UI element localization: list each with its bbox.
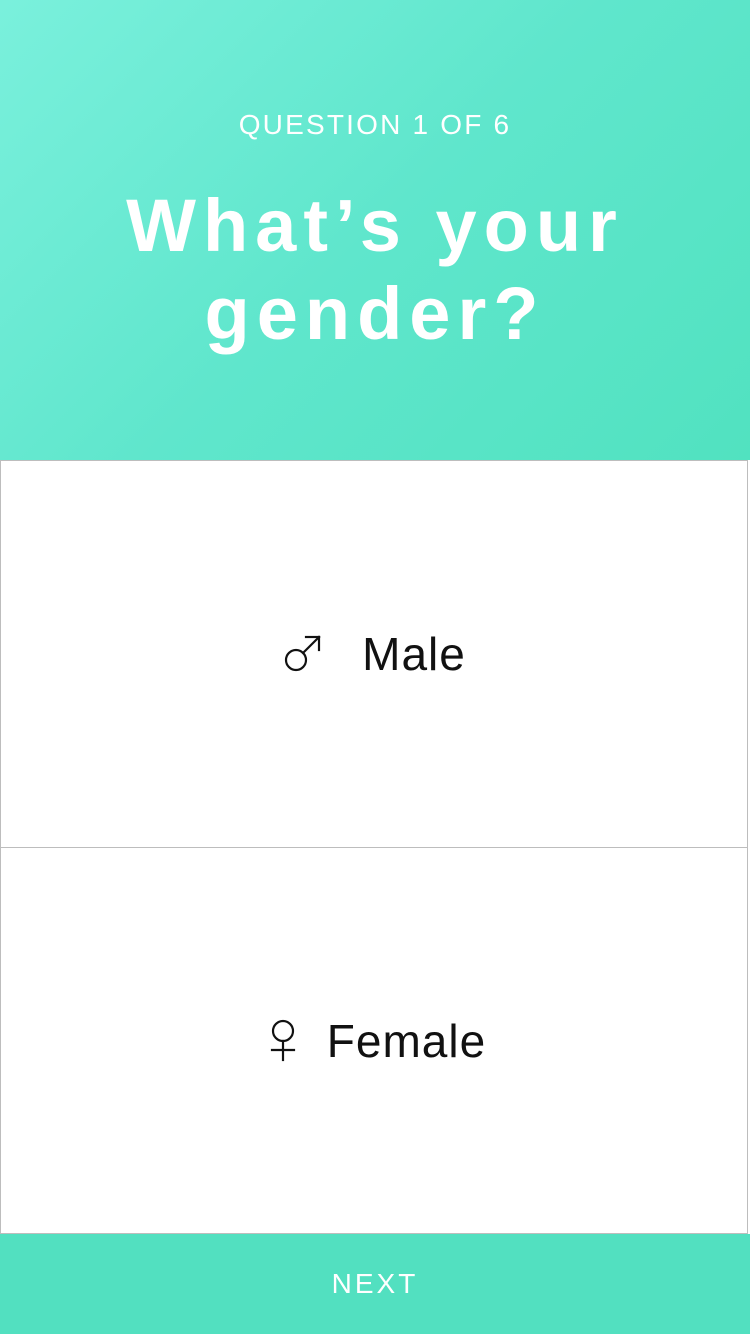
question-title-line-1: What’s your	[126, 184, 624, 267]
male-symbol-icon	[282, 630, 324, 678]
next-button-label: NEXT	[331, 1268, 419, 1299]
question-header: QUESTION 1 OF 6 What’s your gender?	[0, 0, 750, 460]
question-title: What’s your gender?	[0, 182, 750, 358]
gender-question-screen: QUESTION 1 OF 6 What’s your gender? Male	[0, 0, 750, 1334]
male-option-label: Male	[362, 628, 466, 680]
female-symbol-icon	[262, 1017, 304, 1065]
female-option-content: Female	[262, 1017, 486, 1065]
male-option-content: Male	[282, 630, 466, 678]
question-title-line-2: gender?	[204, 272, 546, 355]
question-progress: QUESTION 1 OF 6	[238, 109, 512, 140]
next-button[interactable]: NEXT	[0, 1234, 750, 1334]
female-option-label: Female	[326, 1014, 487, 1067]
male-option[interactable]: Male	[0, 460, 748, 848]
female-option[interactable]: Female	[0, 847, 748, 1234]
